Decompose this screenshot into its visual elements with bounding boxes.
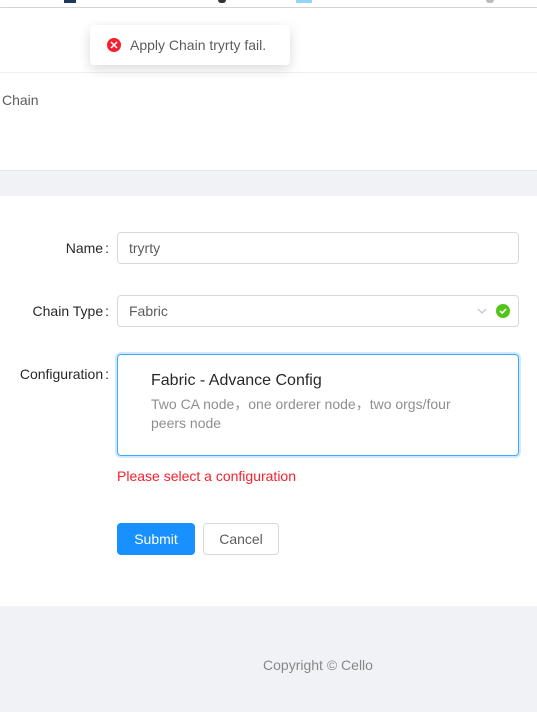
configuration-option-description: Two CA node，one orderer node，two orgs/fo… [151,396,451,431]
error-toast: Apply Chain tryrty fail. [90,25,290,65]
name-label: Name: [65,240,109,256]
close-circle-icon [107,38,121,52]
browser-top-strip [0,0,537,8]
chevron-down-icon [477,308,487,314]
cancel-button[interactable]: Cancel [203,523,279,555]
bookmark-icon [218,0,226,3]
page-header: Chain [0,72,537,171]
configuration-option-title: Fabric - Advance Config [151,372,322,389]
bookmark-icon [64,0,76,3]
bookmark-icon [296,0,312,3]
configuration-option-card[interactable]: Fabric - Advance Config Two CA node，one … [117,354,519,456]
toast-message: Apply Chain tryrty fail. [130,37,267,53]
copyright-text: Copyright © Cello [263,657,373,673]
chain-type-select[interactable]: Fabric [117,295,519,327]
chain-type-value: Fabric [129,303,168,319]
bookmark-icon [486,0,494,3]
footer: Copyright © Cello [0,606,537,712]
configuration-error: Please select a configuration [117,468,296,484]
form-card: Name: tryrty Chain Type: Fabric Configur… [0,196,537,606]
chain-type-label: Chain Type: [32,303,109,319]
configuration-label: Configuration: [19,366,109,382]
name-input[interactable]: tryrty [117,232,519,264]
submit-button[interactable]: Submit [117,523,195,555]
check-circle-icon [496,304,510,318]
page-title: Chain [2,92,39,108]
